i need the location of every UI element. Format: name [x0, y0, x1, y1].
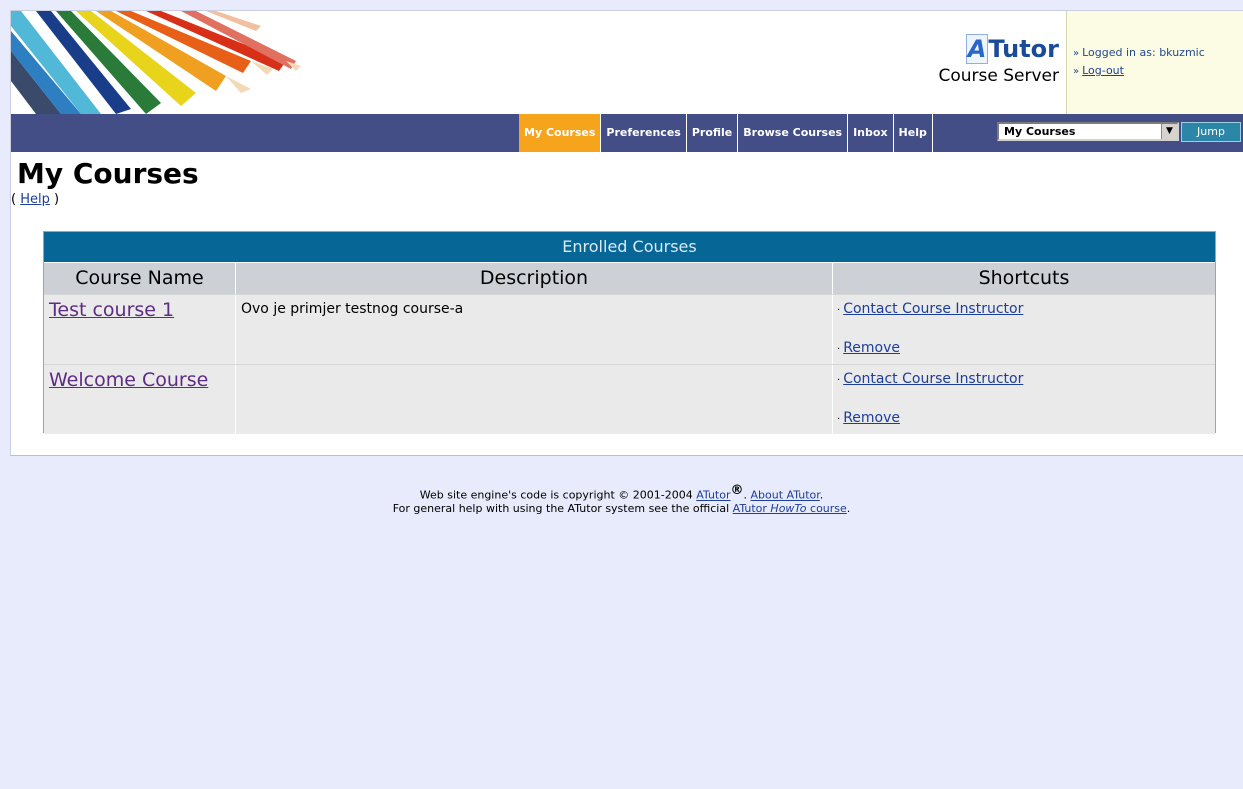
bullet-icon: · — [837, 305, 841, 316]
logged-in-label: Logged in as: bkuzmic — [1082, 46, 1205, 59]
logo-letter-a: A — [965, 34, 989, 64]
logo-text: Tutor — [988, 35, 1059, 63]
course-link[interactable]: Welcome Course — [49, 369, 208, 391]
logout-row: » Log-out — [1073, 64, 1243, 77]
nav-help[interactable]: Help — [894, 114, 933, 152]
shortcut-item: · Remove — [837, 410, 1215, 430]
enrolled-courses-table: Enrolled Courses Course Name Description… — [43, 231, 1216, 434]
help-line: ( Help ) — [11, 192, 59, 207]
footer-line-1: Web site engine's code is copyright © 20… — [419, 483, 824, 502]
jump-select-value: My Courses — [1004, 125, 1076, 138]
course-server-label: Course Server — [938, 66, 1059, 86]
registered-mark: ® — [730, 483, 744, 498]
help-text: For general help with using the ATutor s… — [392, 501, 730, 515]
atutor-logo-block: ATutor Course Server — [938, 34, 1059, 86]
arrow-icon: » — [1073, 66, 1080, 77]
help-link[interactable]: Help — [20, 192, 50, 207]
column-header-course-name: Course Name — [44, 263, 236, 294]
jump-select[interactable]: My Courses ▼ — [997, 122, 1179, 141]
nav-browse-courses[interactable]: Browse Courses — [738, 114, 849, 152]
contact-instructor-link[interactable]: Contact Course Instructor — [843, 371, 1023, 387]
nav-my-courses[interactable]: My Courses — [519, 114, 602, 152]
table-header-row: Course Name Description Shortcuts — [44, 263, 1215, 294]
main-navbar: My Courses Preferences Profile Browse Co… — [11, 114, 1243, 152]
course-link[interactable]: Test course 1 — [49, 299, 174, 321]
jump-button[interactable]: Jump — [1181, 122, 1241, 142]
about-atutor-link[interactable]: About ATutor — [751, 489, 820, 502]
table-row: Welcome Course · Contact Course Instructo… — [44, 364, 1215, 434]
shortcut-item: · Contact Course Instructor — [837, 371, 1215, 391]
logout-link[interactable]: Log-out — [1082, 64, 1124, 77]
course-description: Ovo je primjer testnog course-a — [236, 295, 833, 364]
course-name-cell: Welcome Course — [44, 365, 236, 434]
logged-in-row: » Logged in as: bkuzmic — [1073, 46, 1243, 59]
copyright-text: Web site engine's code is copyright © 20… — [419, 488, 693, 502]
column-header-description: Description — [236, 263, 833, 294]
atutor-link[interactable]: ATutor — [696, 489, 730, 502]
footer-line-2: For general help with using the ATutor s… — [392, 501, 851, 515]
shortcut-item: · Contact Course Instructor — [837, 301, 1215, 321]
arrow-icon: » — [1073, 48, 1080, 59]
shortcuts-cell: · Contact Course Instructor · Remove — [833, 365, 1215, 434]
pencils-banner-image — [11, 11, 311, 114]
shortcut-item: · Remove — [837, 340, 1215, 360]
atutor-logo: ATutor — [938, 34, 1059, 64]
atutor-howto-link[interactable]: ATutor HowTo course — [733, 502, 847, 515]
nav-inbox[interactable]: Inbox — [848, 114, 894, 152]
bullet-icon: · — [837, 375, 841, 386]
nav-profile[interactable]: Profile — [687, 114, 739, 152]
howto-link-part-1: ATutor — [732, 501, 767, 515]
bullet-icon: · — [837, 414, 841, 425]
remove-course-link[interactable]: Remove — [843, 340, 900, 356]
user-info-box: » Logged in as: bkuzmic » Log-out — [1066, 11, 1243, 114]
howto-link-part-2: HowTo — [770, 501, 807, 515]
header-banner: ATutor Course Server » Logged in as: bkuz… — [11, 11, 1243, 114]
shortcuts-cell: · Contact Course Instructor · Remove — [833, 295, 1215, 364]
page-title: My Courses — [17, 157, 199, 190]
nav-menu: My Courses Preferences Profile Browse Co… — [519, 114, 933, 152]
remove-course-link[interactable]: Remove — [843, 410, 900, 426]
course-name-cell: Test course 1 — [44, 295, 236, 364]
help-close-paren: ) — [54, 192, 60, 207]
bullet-icon: · — [837, 344, 841, 355]
column-header-shortcuts: Shortcuts — [978, 267, 1070, 289]
page-container: ATutor Course Server » Logged in as: bkuz… — [10, 10, 1243, 456]
howto-link-part-3: course — [810, 501, 847, 515]
page-footer: Web site engine's code is copyright © 20… — [0, 484, 1243, 515]
table-caption: Enrolled Courses — [44, 232, 1215, 263]
table-row: Test course 1 Ovo je primjer testnog cou… — [44, 294, 1215, 364]
contact-instructor-link[interactable]: Contact Course Instructor — [843, 301, 1023, 317]
course-description — [236, 365, 833, 434]
help-open-paren: ( — [11, 192, 17, 207]
dropdown-arrow-icon[interactable]: ▼ — [1161, 124, 1177, 139]
nav-preferences[interactable]: Preferences — [601, 114, 687, 152]
